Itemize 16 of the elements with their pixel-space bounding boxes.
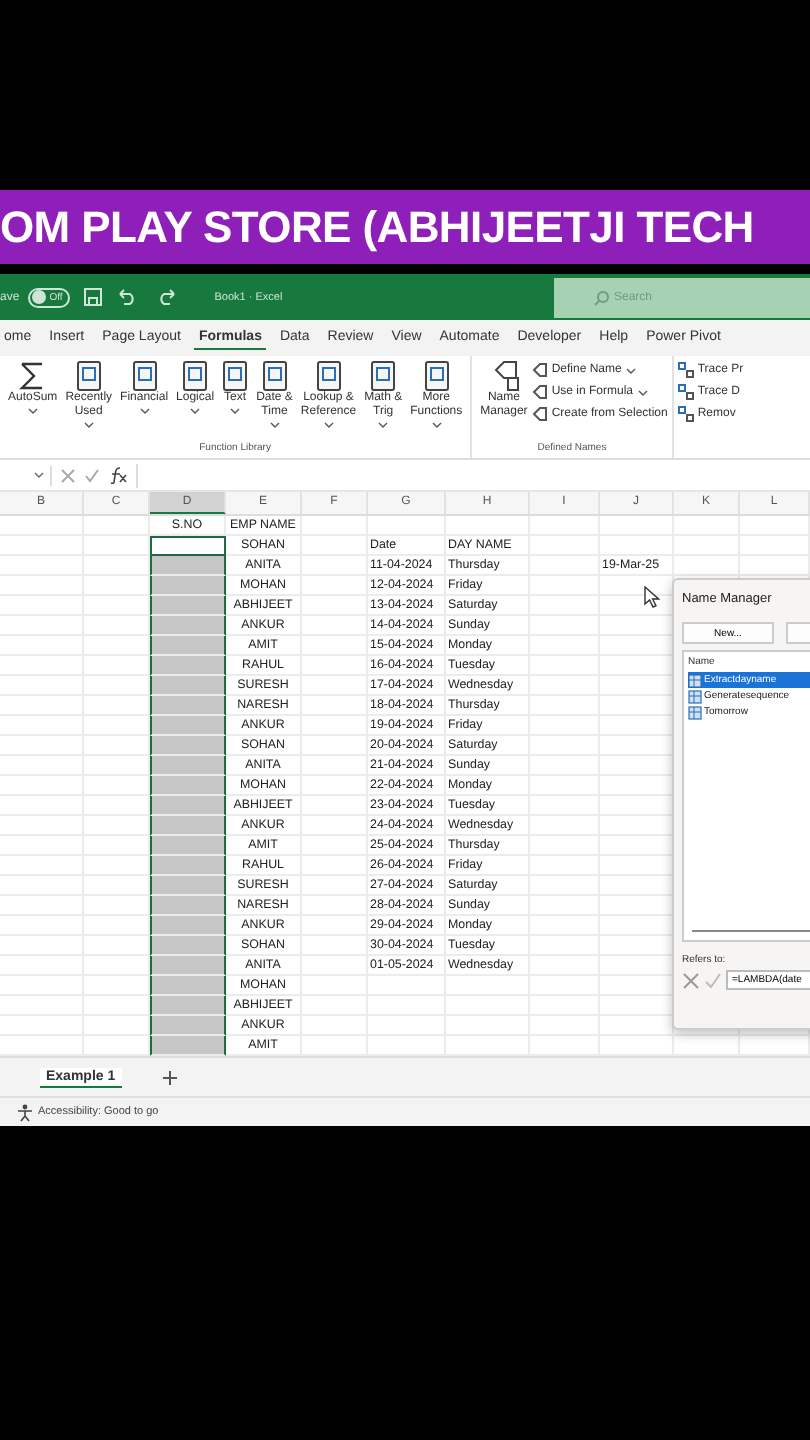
mouse-pointer-icon <box>644 586 660 608</box>
trace-icon <box>677 362 694 378</box>
banner-text: OM PLAY STORE (ABHIJEETJI TECH <box>0 201 754 253</box>
trace-icon <box>677 406 694 422</box>
caret-icon <box>34 472 44 478</box>
redo-icon[interactable] <box>154 288 179 306</box>
cancel-icon[interactable] <box>682 971 700 989</box>
save-icon[interactable] <box>84 288 103 306</box>
check-icon[interactable] <box>704 971 722 989</box>
accessibility-icon <box>16 1103 34 1121</box>
check-icon[interactable] <box>84 467 100 483</box>
trace-icon <box>677 384 694 400</box>
cancel-icon[interactable] <box>60 467 76 483</box>
function-icon[interactable] <box>108 466 128 484</box>
add-sheet-icon[interactable] <box>161 1069 178 1085</box>
search-icon <box>594 289 610 305</box>
